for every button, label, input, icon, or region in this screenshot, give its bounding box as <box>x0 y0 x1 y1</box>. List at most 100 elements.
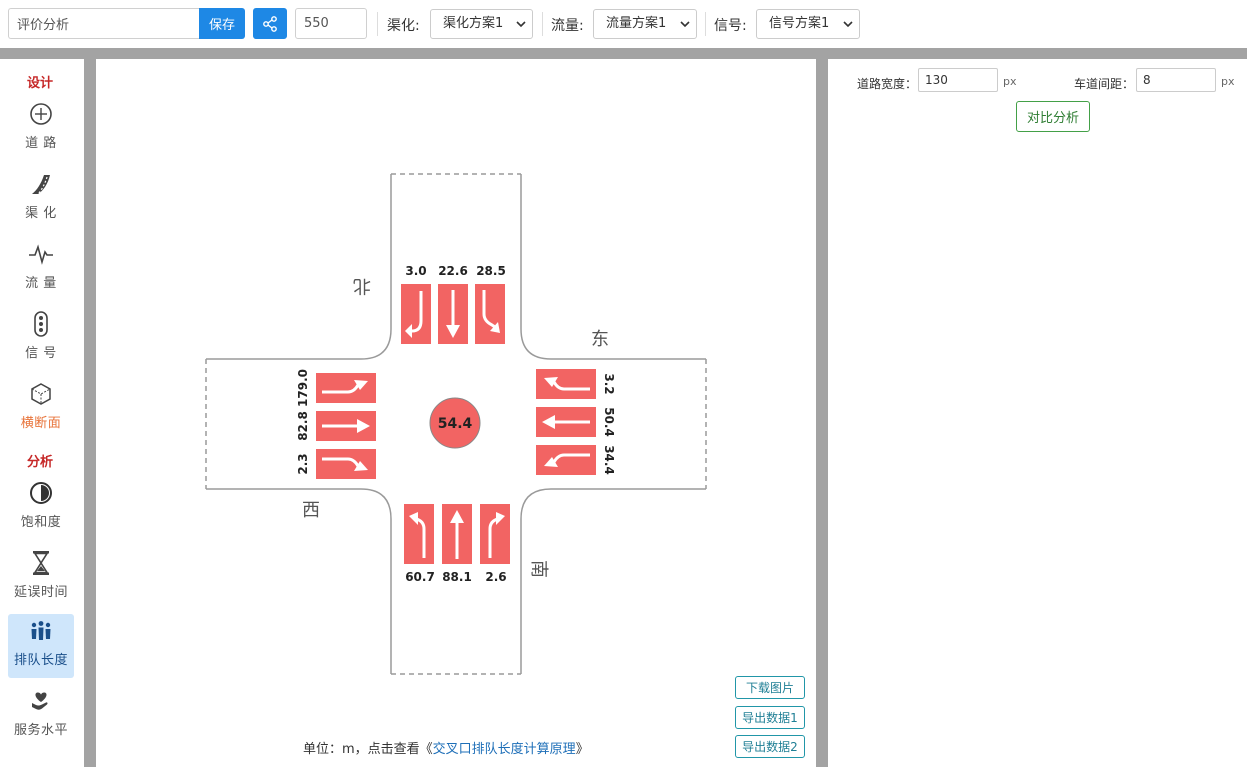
flow-value: 流量方案1 <box>606 16 667 31</box>
analysis-section-title: 分析 <box>26 455 53 470</box>
sidebar-item-channelization[interactable]: 渠 化 <box>8 167 74 231</box>
direction-north: 北 <box>353 275 371 296</box>
east-value-right: 3.2 <box>602 373 616 394</box>
direction-east: 东 <box>591 329 609 350</box>
sidebar-gutter <box>84 59 96 767</box>
right-gutter <box>816 59 828 767</box>
sidebar-item-label: 排队长度 <box>13 653 68 668</box>
west-values: 179.0 82.8 2.3 <box>296 369 310 475</box>
compare-analysis-button[interactable]: 对比分析 <box>1016 101 1090 132</box>
save-button[interactable]: 保存 <box>199 8 245 39</box>
chevron-down-icon <box>680 21 690 28</box>
pulse-icon <box>29 244 53 265</box>
toolbar-divider <box>705 12 706 36</box>
intersection-diagram: 北 东 西 南 3.0 22.6 28.5 60.7 88.1 2.6 179.… <box>205 173 707 675</box>
west-value-left: 179.0 <box>296 369 310 407</box>
channelization-select[interactable]: 渠化方案1 <box>430 9 533 39</box>
lane-arrow-left <box>404 504 434 564</box>
south-value-straight: 88.1 <box>442 570 472 584</box>
calculation-principle-link[interactable]: 交叉口排队长度计算原理 <box>433 742 576 757</box>
sidebar-item-label: 信 号 <box>25 346 57 361</box>
download-image-button[interactable]: 下载图片 <box>735 676 805 699</box>
half-circle-icon <box>30 482 52 504</box>
footnote-suffix: 》 <box>575 742 589 757</box>
crosshair-circle-icon <box>30 103 52 125</box>
traffic-light-icon <box>34 311 48 337</box>
sidebar-item-cross-section[interactable]: 横断面 <box>8 377 74 441</box>
south-values: 60.7 88.1 2.6 <box>405 570 506 584</box>
chevron-down-icon <box>843 21 853 28</box>
design-section-title: 设计 <box>26 76 53 91</box>
heart-hand-icon <box>32 692 48 710</box>
east-values: 3.2 50.4 34.4 <box>602 373 616 474</box>
north-values: 3.0 22.6 28.5 <box>405 264 505 278</box>
unit-footnote: 单位：m，点击查看《交叉口排队长度计算原理》 <box>303 738 589 757</box>
export-data2-button[interactable]: 导出数据2 <box>735 735 805 758</box>
hourglass-icon <box>33 551 49 575</box>
north-arrows <box>401 284 505 344</box>
sidebar-item-label: 服务水平 <box>13 723 68 738</box>
toolbar-divider <box>377 12 378 36</box>
channelization-label: 渠化: <box>387 18 420 34</box>
toolbar-divider <box>542 12 543 36</box>
cube-icon <box>31 383 51 405</box>
people-queue-icon <box>31 621 51 640</box>
left-sidebar: 设计 道 路 渠 化 流 量 信 号 横断面 分析 饱和度 延误时间 排队长度 … <box>0 59 84 767</box>
east-arrows <box>536 369 596 475</box>
sidebar-item-saturation[interactable]: 饱和度 <box>8 476 74 540</box>
intersection-canvas: 北 东 西 南 3.0 22.6 28.5 60.7 88.1 2.6 179.… <box>96 59 816 767</box>
south-arrows <box>404 504 510 564</box>
east-value-straight: 50.4 <box>602 407 616 437</box>
share-button[interactable] <box>253 8 287 39</box>
channelization-value: 渠化方案1 <box>443 16 504 31</box>
west-value-right: 2.3 <box>296 453 310 474</box>
number-input[interactable] <box>295 8 367 39</box>
road-width-input[interactable]: 130 <box>918 68 998 92</box>
toolbar-divider-band <box>0 48 1247 59</box>
top-toolbar: 保存 渠化: 渠化方案1 流量: 流量方案1 信号: 信号方案1 <box>0 0 1247 48</box>
north-value-left: 3.0 <box>405 264 426 278</box>
sidebar-item-flow[interactable]: 流 量 <box>8 237 74 301</box>
share-icon <box>263 15 277 32</box>
sidebar-item-label: 横断面 <box>20 416 62 431</box>
scheme-name-input[interactable] <box>8 8 200 39</box>
west-arrows <box>316 373 376 479</box>
sidebar-item-label: 饱和度 <box>20 515 62 530</box>
lane-spacing-unit: px <box>1221 75 1235 88</box>
lane-arrow-right <box>480 504 510 564</box>
road-curve-icon <box>32 175 50 194</box>
west-value-straight: 82.8 <box>296 411 310 441</box>
signal-label: 信号: <box>714 18 747 34</box>
export-data1-button[interactable]: 导出数据1 <box>735 706 805 729</box>
direction-west: 西 <box>302 500 320 521</box>
flow-label: 流量: <box>551 18 584 34</box>
road-width-unit: px <box>1003 75 1017 88</box>
flow-select[interactable]: 流量方案1 <box>593 9 697 39</box>
lane-arrow-right <box>316 449 376 479</box>
sidebar-item-label: 延误时间 <box>13 585 68 600</box>
sidebar-item-signal[interactable]: 信 号 <box>8 307 74 371</box>
north-value-straight: 22.6 <box>438 264 468 278</box>
lane-arrow-left <box>316 373 376 403</box>
lane-spacing-input[interactable]: 8 <box>1136 68 1216 92</box>
direction-south: 南 <box>528 560 549 578</box>
signal-select[interactable]: 信号方案1 <box>756 9 860 39</box>
sidebar-item-label: 流 量 <box>25 276 57 291</box>
lane-arrow-left <box>401 284 431 344</box>
sidebar-item-label: 道 路 <box>25 136 57 151</box>
sidebar-item-road[interactable]: 道 路 <box>8 97 74 161</box>
sidebar-item-queue-length[interactable]: 排队长度 <box>8 614 74 678</box>
footnote-prefix: 单位：m，点击查看《 <box>303 742 433 757</box>
signal-value: 信号方案1 <box>769 16 830 31</box>
sidebar-item-service-level[interactable]: 服务水平 <box>8 684 74 748</box>
south-value-left: 60.7 <box>405 570 435 584</box>
road-width-label: 道路宽度： <box>857 77 918 91</box>
lane-arrow-right <box>536 369 596 399</box>
sidebar-item-delay[interactable]: 延误时间 <box>8 546 74 610</box>
east-value-left: 34.4 <box>602 445 616 475</box>
south-value-right: 2.6 <box>485 570 506 584</box>
north-value-right: 28.5 <box>476 264 506 278</box>
lane-spacing-label: 车道间距： <box>1074 77 1135 91</box>
sidebar-item-label: 渠 化 <box>25 206 57 221</box>
lane-arrow-right <box>475 284 505 344</box>
